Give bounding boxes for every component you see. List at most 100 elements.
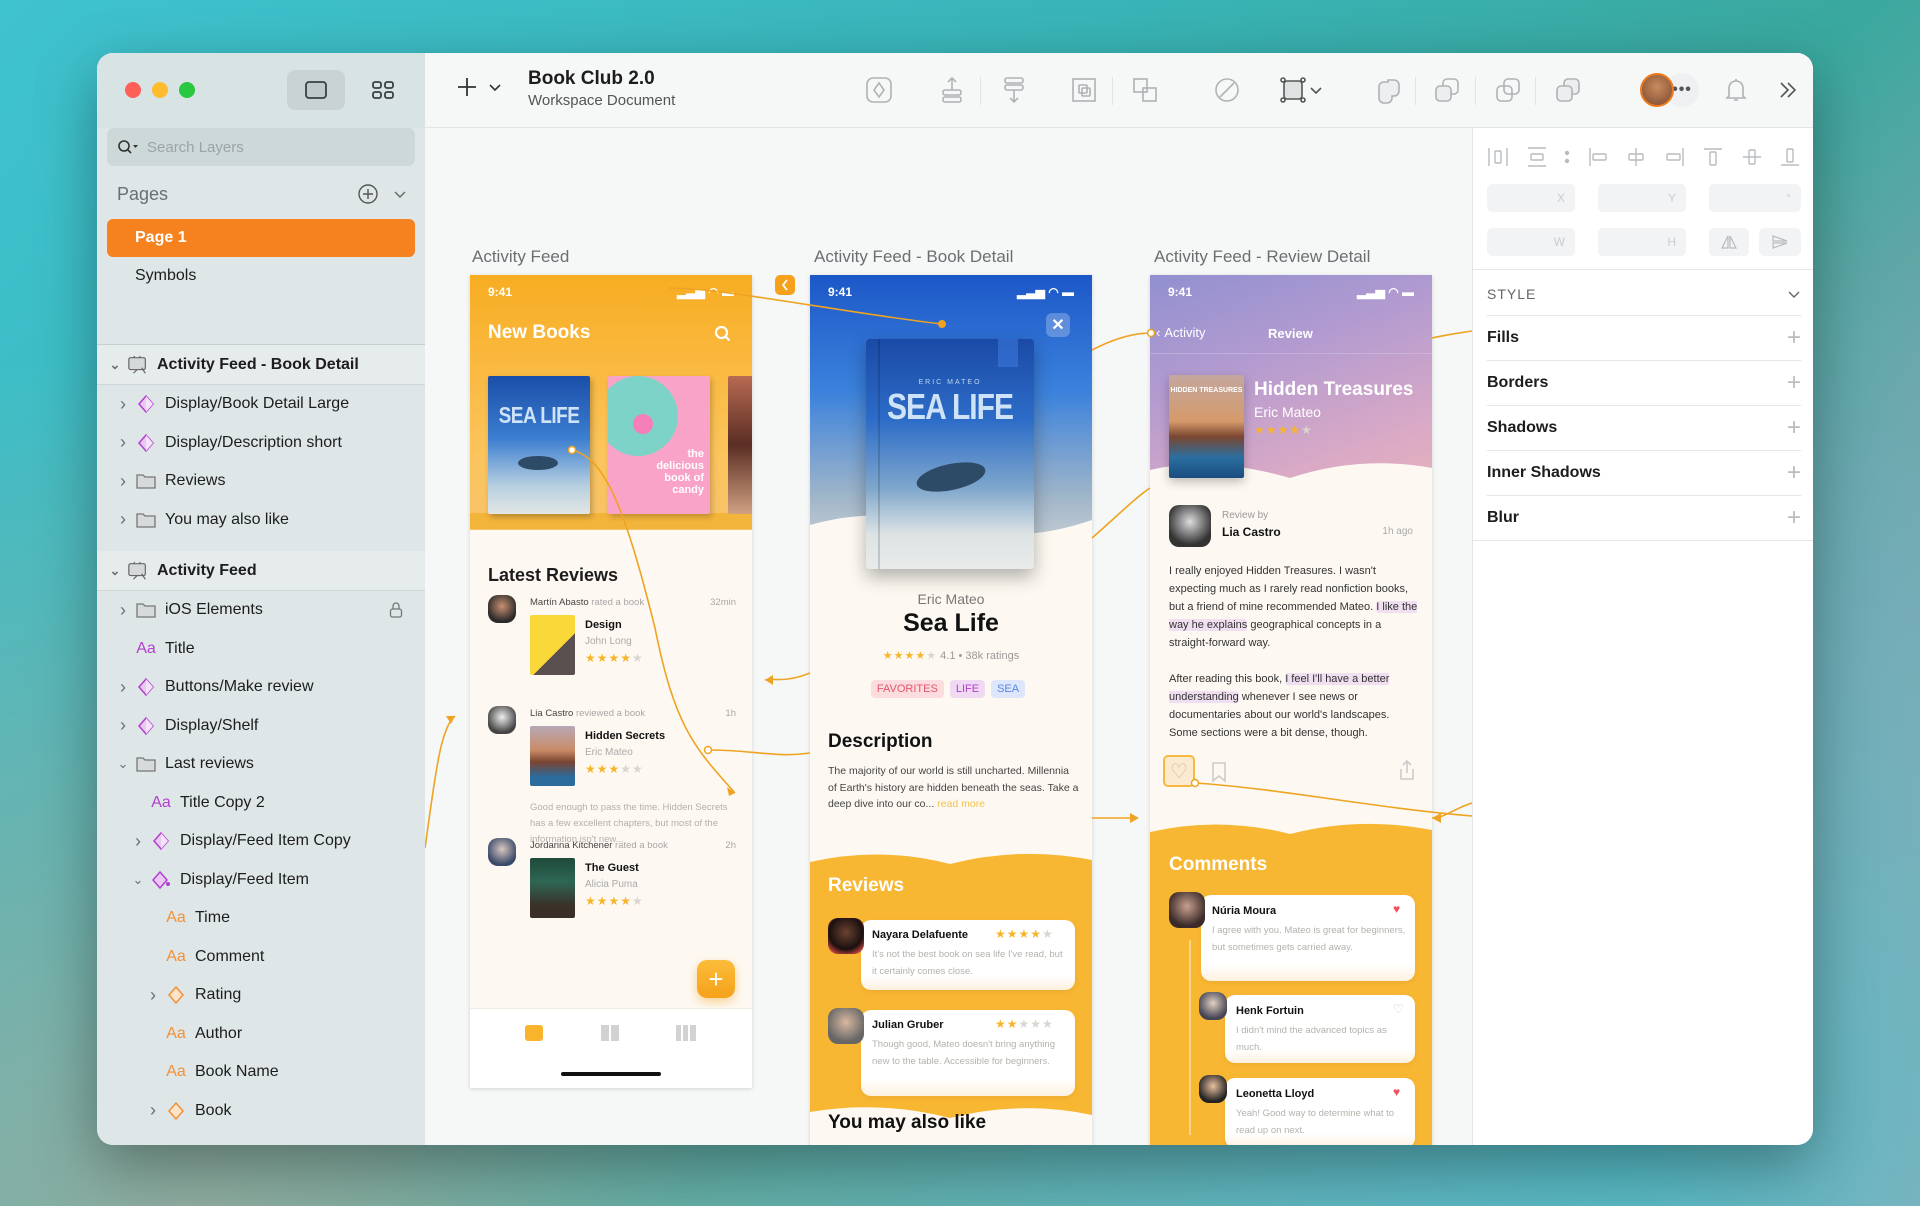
chevron-right-icon[interactable]: › [132, 831, 144, 852]
commenter-avatar[interactable] [1169, 892, 1205, 928]
chevron-right-icon[interactable]: › [117, 677, 129, 698]
tab-library-icon[interactable] [601, 1025, 619, 1041]
flip-horizontal-button[interactable] [1709, 228, 1749, 256]
commenter-avatar[interactable] [1199, 992, 1227, 1020]
book-cover-partial[interactable] [728, 376, 752, 514]
artboard-title-review-detail[interactable]: Activity Feed - Review Detail [1154, 247, 1370, 267]
layer-row[interactable]: › Reviews [97, 462, 425, 501]
chevron-right-icon[interactable]: › [117, 394, 129, 415]
notifications-button[interactable] [1719, 73, 1753, 107]
style-row-blur[interactable]: Blur + [1487, 495, 1801, 540]
union-button[interactable] [1372, 73, 1406, 107]
distribute-horizontal-icon[interactable] [1487, 146, 1509, 168]
distribute-vertical-icon[interactable] [1526, 146, 1548, 168]
resize-menu-button[interactable] [1307, 73, 1325, 107]
layer-row[interactable]: ⌄ Last reviews [97, 745, 425, 784]
forward-button[interactable] [935, 73, 969, 107]
style-section-header[interactable]: STYLE [1487, 286, 1801, 302]
layer-row[interactable]: › You may also like [97, 501, 425, 540]
zoom-button[interactable] [179, 82, 195, 98]
layer-row[interactable]: › Display/Book Detail Large [97, 385, 425, 424]
style-row-borders[interactable]: Borders + [1487, 360, 1801, 405]
layer-row[interactable]: Aa Time [97, 899, 425, 938]
book-cover-sea-life[interactable]: SEA LIFE [488, 376, 590, 514]
reviewer-avatar[interactable] [1169, 505, 1211, 547]
user-avatar[interactable] [488, 838, 516, 866]
add-page-icon[interactable] [357, 183, 379, 205]
page-item-page-1[interactable]: Page 1 [107, 219, 415, 257]
layer-row[interactable]: › Display/Feed Item Copy [97, 822, 425, 861]
style-row-inner-shadows[interactable]: Inner Shadows + [1487, 450, 1801, 495]
chevron-down-icon[interactable]: ⌄ [109, 563, 121, 579]
back-button[interactable]: ‹ Activity [1156, 325, 1206, 340]
rotation-field[interactable]: ° [1709, 184, 1801, 212]
search-icon[interactable] [714, 325, 732, 343]
book-cover[interactable] [530, 615, 575, 675]
reviewer-avatar[interactable] [828, 1008, 864, 1044]
search-layers-input[interactable] [147, 138, 397, 156]
add-icon[interactable]: + [1787, 324, 1801, 352]
insert-button[interactable] [455, 75, 501, 99]
ungroup-button[interactable] [1128, 73, 1162, 107]
artboard-activity-feed[interactable]: 9:41 ▂▃▅ ◠ ▬ New Books SEA LIFE the deli… [470, 275, 752, 1088]
chevron-down-icon[interactable]: ⌄ [117, 756, 129, 772]
align-center-vertical-icon[interactable] [1741, 146, 1763, 168]
align-right-icon[interactable] [1664, 146, 1686, 168]
x-field[interactable]: X [1487, 184, 1575, 212]
layer-row[interactable]: › Rating [97, 976, 425, 1015]
user-avatar[interactable] [488, 595, 516, 623]
heart-outline-icon[interactable]: ♡ [1393, 1002, 1404, 1016]
intersect-button[interactable] [1491, 73, 1525, 107]
difference-button[interactable] [1551, 73, 1585, 107]
tab-stats-icon[interactable] [676, 1025, 696, 1041]
layer-row[interactable]: Aa Comment [97, 938, 425, 977]
collapse-pages-icon[interactable] [393, 189, 407, 199]
tag-chip[interactable]: SEA [991, 680, 1026, 698]
add-icon[interactable]: + [1787, 369, 1801, 397]
book-cover[interactable] [530, 726, 575, 786]
heart-filled-icon[interactable]: ♥ [1393, 1085, 1400, 1099]
minimize-button[interactable] [152, 82, 168, 98]
layer-row[interactable]: Aa Title [97, 630, 425, 669]
close-button[interactable]: ✕ [1046, 313, 1070, 337]
close-button[interactable] [125, 82, 141, 98]
y-field[interactable]: Y [1598, 184, 1686, 212]
book-cover[interactable] [530, 858, 575, 918]
style-row-shadows[interactable]: Shadows + [1487, 405, 1801, 450]
subtract-button[interactable] [1430, 73, 1464, 107]
layer-row[interactable]: ⌄ Activity Feed [97, 551, 425, 591]
reviewer-avatar[interactable] [828, 918, 864, 954]
book-cover-candy[interactable]: the delicious book of candy [608, 376, 710, 514]
commenter-avatar[interactable] [1199, 1075, 1227, 1103]
tab-books-icon[interactable] [525, 1025, 543, 1041]
make-review-fab[interactable]: + [697, 960, 735, 998]
layer-row[interactable]: Aa Title Copy 2 [97, 784, 425, 823]
layer-row[interactable]: Aa Book Name [97, 1053, 425, 1092]
align-top-icon[interactable] [1702, 146, 1724, 168]
read-more-link[interactable]: read more [937, 798, 985, 810]
user-name[interactable]: Martín Abasto [530, 597, 589, 608]
layer-row[interactable]: ⌄ Activity Feed - Book Detail [97, 345, 425, 385]
group-button[interactable] [1067, 73, 1101, 107]
canvas-view-button[interactable] [287, 70, 345, 110]
user-avatar[interactable] [488, 706, 516, 734]
align-center-horizontal-icon[interactable] [1625, 146, 1647, 168]
tag-chip[interactable]: FAVORITES [870, 680, 944, 698]
create-symbol-button[interactable] [862, 73, 896, 107]
canvas[interactable]: Activity Feed Activity Feed - Book Detai… [425, 128, 1472, 1145]
chevron-right-icon[interactable]: › [117, 715, 129, 736]
artboard-title-book-detail[interactable]: Activity Feed - Book Detail [814, 247, 1013, 267]
chevron-right-icon[interactable]: › [117, 509, 129, 530]
chevron-right-icon[interactable]: › [117, 432, 129, 453]
layer-row[interactable]: › Display/Description short [97, 424, 425, 463]
artboard-book-detail[interactable]: 9:41 ▂▃▅ ◠ ▬ ✕ ERIC MATEO SEA LIFE Eric … [810, 275, 1092, 1145]
layer-row[interactable]: › Book [97, 1092, 425, 1131]
share-icon[interactable] [1398, 759, 1416, 781]
add-icon[interactable]: + [1787, 459, 1801, 487]
add-icon[interactable]: + [1787, 414, 1801, 442]
layer-row[interactable]: ⌄ Display/Feed Item [97, 861, 425, 900]
grid-view-button[interactable] [359, 70, 407, 110]
chevron-right-icon[interactable]: › [117, 600, 129, 621]
add-icon[interactable]: + [1787, 504, 1801, 532]
expand-inspector-button[interactable] [1771, 73, 1805, 107]
